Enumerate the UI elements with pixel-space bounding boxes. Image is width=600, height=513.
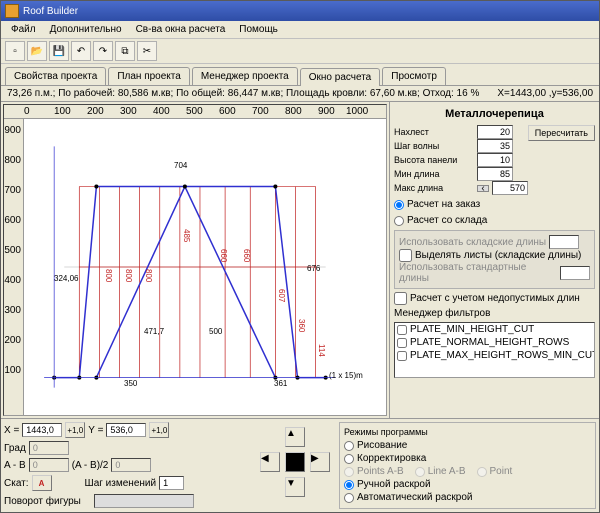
drawing-canvas[interactable]: 704 324,06 471,7 500 350 361 676 (1 x 15… bbox=[24, 119, 386, 415]
mode-point bbox=[477, 467, 487, 477]
mode-correct[interactable] bbox=[344, 454, 354, 464]
step-field[interactable]: 1 bbox=[159, 476, 184, 490]
max-len-spin[interactable]: ‹ bbox=[477, 185, 489, 192]
tb-new[interactable]: ▫ bbox=[5, 41, 25, 61]
nav-left[interactable]: ◀ bbox=[260, 452, 280, 472]
mode-draw[interactable] bbox=[344, 441, 354, 451]
overlap-field[interactable]: 20 bbox=[477, 125, 513, 139]
modes-group: Режимы программы Рисование Корректировка… bbox=[339, 422, 596, 509]
menubar: Файл Дополнительно Св-ва окна расчета По… bbox=[1, 21, 599, 39]
toolbar: ▫ 📂 💾 ↶ ↷ ⧉ ✂ bbox=[1, 39, 599, 64]
chk-highlight[interactable] bbox=[399, 249, 412, 262]
min-len-field[interactable]: 85 bbox=[477, 167, 513, 181]
tab-preview[interactable]: Просмотр bbox=[382, 67, 446, 85]
status-left: 73,26 п.м.; По рабочей: 80,586 м.кв; По … bbox=[7, 88, 479, 99]
tabs: Свойства проекта План проекта Менеджер п… bbox=[1, 64, 599, 86]
chk-forbidden-len[interactable] bbox=[394, 292, 407, 305]
filter-2[interactable] bbox=[397, 338, 407, 348]
side-panel: Металлочерепица Пересчитать Нахлест20 Ша… bbox=[389, 102, 599, 418]
tb-cut[interactable]: ✂ bbox=[137, 41, 157, 61]
y-field[interactable]: 536,0 bbox=[106, 423, 146, 437]
rotation-slider[interactable] bbox=[94, 494, 194, 508]
y-inc[interactable]: +1,0 bbox=[149, 422, 169, 438]
tb-redo[interactable]: ↷ bbox=[93, 41, 113, 61]
tab-calc-window[interactable]: Окно расчета bbox=[300, 68, 381, 86]
nav-down[interactable]: ▼ bbox=[285, 477, 305, 497]
filter-mgr-label: Менеджер фильтров bbox=[394, 308, 595, 319]
status-line: 73,26 п.м.; По рабочей: 80,586 м.кв; По … bbox=[1, 86, 599, 102]
ruler-vertical: 900 800 700 600 500 400 300 200 100 bbox=[4, 119, 24, 415]
panel-height-field[interactable]: 10 bbox=[477, 153, 513, 167]
radio-order[interactable] bbox=[394, 200, 404, 210]
material-title: Металлочерепица bbox=[394, 106, 595, 122]
ruler-horizontal: 0 100 200 300 400 500 600 700 800 900 10… bbox=[4, 105, 386, 119]
bottom-panel: X =1443,0 +1,0 Y =536,0 +1,0 Град0 A - B… bbox=[1, 418, 599, 512]
filter-3[interactable] bbox=[397, 351, 407, 361]
grad-field: 0 bbox=[29, 441, 69, 455]
x-inc[interactable]: +1,0 bbox=[65, 422, 85, 438]
nav-right[interactable]: ▶ bbox=[310, 452, 330, 472]
ab-field: 0 bbox=[29, 458, 69, 472]
menu-file[interactable]: Файл bbox=[5, 23, 42, 36]
canvas-area: 0 100 200 300 400 500 600 700 800 900 10… bbox=[3, 104, 387, 416]
mode-auto[interactable] bbox=[344, 493, 354, 503]
mode-line-ab bbox=[415, 467, 425, 477]
wave-step-field[interactable]: 35 bbox=[477, 139, 513, 153]
slope-button[interactable]: A bbox=[32, 475, 52, 491]
filter-1[interactable] bbox=[397, 325, 407, 335]
nav-pad: ▲ ◀ ▶ ▼ bbox=[260, 427, 330, 497]
tab-project-props[interactable]: Свойства проекта bbox=[5, 67, 106, 85]
app-icon bbox=[5, 4, 19, 18]
radio-stock[interactable] bbox=[394, 216, 404, 226]
nav-up[interactable]: ▲ bbox=[285, 427, 305, 447]
status-right: X=1443,00 ,y=536,00 bbox=[497, 88, 593, 99]
menu-calc-props[interactable]: Св-ва окна расчета bbox=[130, 23, 232, 36]
mode-manual[interactable] bbox=[344, 480, 354, 490]
stock-len-select[interactable] bbox=[549, 235, 579, 249]
menu-help[interactable]: Помощь bbox=[233, 23, 284, 36]
max-len-field[interactable]: 570 bbox=[492, 181, 528, 195]
tb-open[interactable]: 📂 bbox=[27, 41, 47, 61]
tb-save[interactable]: 💾 bbox=[49, 41, 69, 61]
titlebar: Roof Builder bbox=[1, 1, 599, 21]
tb-copy[interactable]: ⧉ bbox=[115, 41, 135, 61]
recalc-button[interactable]: Пересчитать bbox=[528, 125, 595, 141]
tb-undo[interactable]: ↶ bbox=[71, 41, 91, 61]
x-field[interactable]: 1443,0 bbox=[22, 423, 62, 437]
std-len-select[interactable] bbox=[560, 266, 590, 280]
tab-project-plan[interactable]: План проекта bbox=[108, 67, 190, 85]
mode-points-ab bbox=[344, 467, 354, 477]
filter-list[interactable]: PLATE_MIN_HEIGHT_CUT PLATE_NORMAL_HEIGHT… bbox=[394, 322, 595, 378]
window-title: Roof Builder bbox=[23, 6, 78, 17]
ab2-field: 0 bbox=[111, 458, 151, 472]
menu-extras[interactable]: Дополнительно bbox=[44, 23, 128, 36]
nav-center[interactable] bbox=[285, 452, 305, 472]
tab-project-mgr[interactable]: Менеджер проекта bbox=[192, 67, 298, 85]
